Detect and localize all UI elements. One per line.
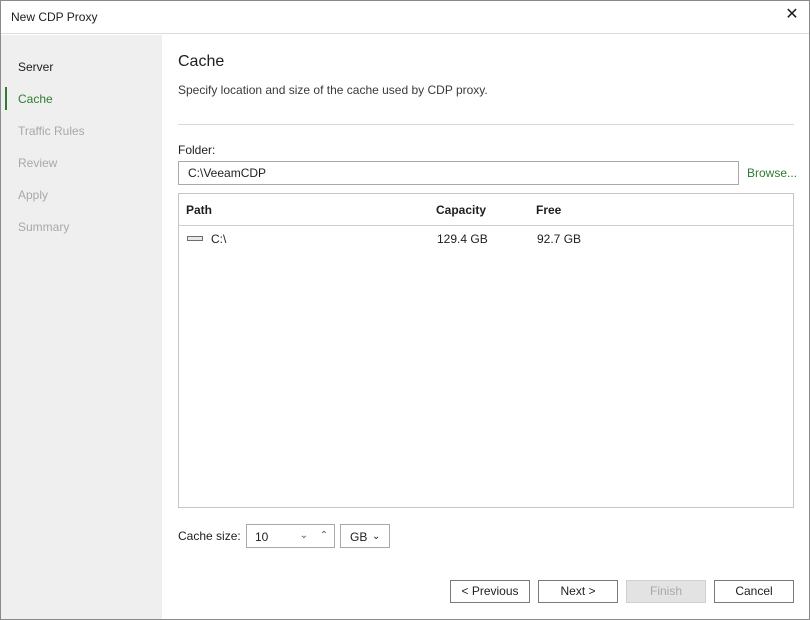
page-title: Cache xyxy=(178,53,225,70)
row-path: C:\ xyxy=(211,232,227,246)
cache-size-value[interactable]: 10 xyxy=(255,530,268,544)
step-review: Review xyxy=(18,156,58,170)
chevron-down-icon: ⌄ xyxy=(372,531,381,542)
close-icon[interactable]: ✕ xyxy=(783,6,801,24)
cache-unit-value: GB xyxy=(350,530,368,544)
wizard-steps-sidebar: Server Cache Traffic Rules Review Apply … xyxy=(1,35,162,619)
step-cache[interactable]: Cache xyxy=(18,92,53,106)
cache-size-label: Cache size: xyxy=(178,529,241,543)
chevron-down-icon[interactable]: ⌄ xyxy=(297,528,311,544)
step-server[interactable]: Server xyxy=(18,60,53,74)
previous-button[interactable]: < Previous xyxy=(450,580,530,603)
active-step-marker xyxy=(5,87,7,110)
cancel-button[interactable]: Cancel xyxy=(714,580,794,603)
table-row[interactable]: C:\ 129.4 GB 92.7 GB xyxy=(179,227,793,249)
column-header-capacity[interactable]: Capacity xyxy=(436,203,486,217)
column-header-free[interactable]: Free xyxy=(536,203,561,217)
row-free: 92.7 GB xyxy=(537,232,582,246)
header-divider xyxy=(178,124,794,125)
folder-label: Folder: xyxy=(178,143,216,157)
step-summary: Summary xyxy=(18,220,70,234)
wizard-content: Cache Specify location and size of the c… xyxy=(162,35,809,619)
chevron-up-icon[interactable]: ⌃ xyxy=(317,528,331,544)
step-apply: Apply xyxy=(18,188,49,202)
step-traffic-rules: Traffic Rules xyxy=(18,124,85,138)
page-description: Specify location and size of the cache u… xyxy=(178,83,488,97)
row-capacity: 129.4 GB xyxy=(437,232,488,246)
cache-unit-select[interactable]: GB ⌄ xyxy=(340,524,390,548)
finish-button: Finish xyxy=(626,580,706,603)
title-bar: New CDP Proxy ✕ xyxy=(1,1,809,34)
new-cdp-proxy-dialog: New CDP Proxy ✕ Server Cache Traffic Rul… xyxy=(0,0,810,620)
column-header-path[interactable]: Path xyxy=(186,203,212,217)
browse-link[interactable]: Browse... xyxy=(747,166,797,180)
volumes-table: Path Capacity Free C:\ 129.4 GB 92.7 GB xyxy=(178,193,794,508)
next-button[interactable]: Next > xyxy=(538,580,618,603)
drive-icon xyxy=(187,236,203,241)
cache-size-stepper[interactable]: 10 ⌄ ⌃ xyxy=(246,524,335,548)
folder-input[interactable] xyxy=(178,161,739,185)
table-header: Path Capacity Free xyxy=(179,194,793,226)
window-title: New CDP Proxy xyxy=(11,10,98,24)
